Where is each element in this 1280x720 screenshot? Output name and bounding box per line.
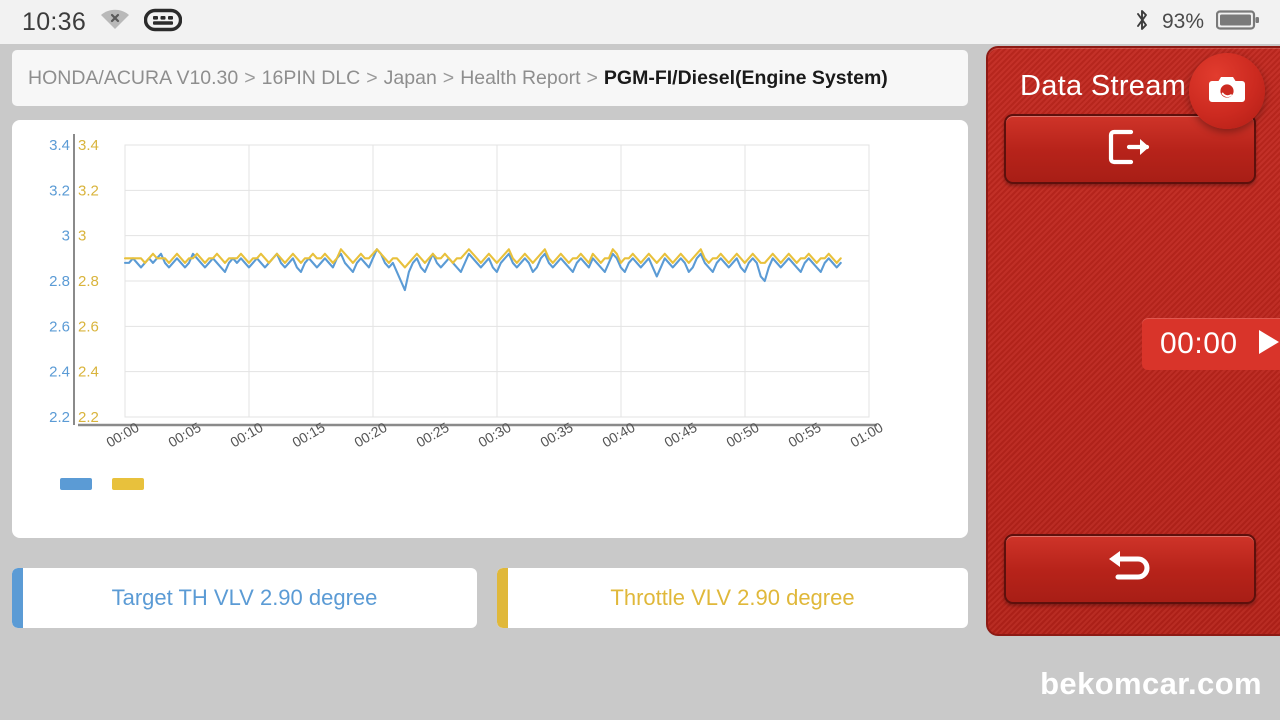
svg-text:2.2: 2.2	[49, 409, 70, 426]
svg-text:2.2: 2.2	[78, 409, 99, 426]
svg-text:2.6: 2.6	[78, 318, 99, 335]
svg-text:3.4: 3.4	[78, 137, 99, 154]
svg-text:00:25: 00:25	[413, 419, 452, 450]
exit-icon	[1107, 127, 1153, 172]
bluetooth-icon	[1134, 8, 1150, 37]
value-card-label: Target TH VLV 2.90 degree	[111, 585, 378, 610]
svg-text:00:45: 00:45	[661, 419, 700, 450]
camera-icon	[1208, 73, 1246, 110]
play-icon[interactable]	[1252, 326, 1280, 363]
svg-text:01:00: 01:00	[847, 419, 886, 450]
status-bar-left: 10:36	[0, 7, 183, 37]
svg-text:00:15: 00:15	[289, 419, 328, 450]
svg-text:2.8: 2.8	[78, 273, 99, 290]
svg-text:3.2: 3.2	[78, 182, 99, 199]
svg-text:3: 3	[62, 228, 70, 245]
svg-text:3: 3	[78, 228, 86, 245]
app-root: 10:36 93% HONDA/ACURA V10.30 > 16PIN DLC…	[0, 0, 1280, 720]
breadcrumb-items: HONDA/ACURA V10.30 >16PIN DLC > Japan > Healt…	[28, 67, 888, 90]
breadcrumb-separator: >	[244, 66, 256, 89]
status-bar-right: 93%	[1134, 8, 1280, 37]
breadcrumb-separator: >	[586, 66, 598, 89]
breadcrumb-item: PGM-FI/Diesel(Engine System)	[603, 66, 888, 89]
back-button[interactable]	[1004, 534, 1256, 604]
svg-text:00:50: 00:50	[723, 419, 762, 450]
svg-text:00:55: 00:55	[785, 419, 824, 450]
breadcrumb-item[interactable]: Health Report	[460, 67, 580, 89]
svg-text:00:10: 00:10	[227, 419, 266, 450]
data-stream-line-chart[interactable]: 2.2 2.4 2.6 2.8 3 3.2 3.4 2.2 2.4 2.6 2.8 3 3.2 3.4 00…	[12, 120, 968, 470]
value-card-throttle-vlv[interactable]: Throttle VLV 2.90 degree	[497, 568, 968, 628]
battery-icon	[1215, 9, 1260, 36]
breadcrumb[interactable]: HONDA/ACURA V10.30 >16PIN DLC > Japan > Healt…	[12, 50, 968, 106]
battery-percent: 93%	[1161, 10, 1204, 33]
value-card-accent	[12, 568, 23, 628]
keyboard-icon	[143, 8, 183, 37]
svg-text:2.4: 2.4	[78, 364, 99, 381]
back-arrow-icon	[1102, 547, 1158, 592]
value-card-accent	[497, 568, 508, 628]
screenshot-camera-button[interactable]	[1189, 53, 1265, 129]
panel-title: Data Stream	[1020, 70, 1187, 102]
svg-text:00:40: 00:40	[599, 419, 638, 450]
svg-text:00:35: 00:35	[537, 419, 576, 450]
breadcrumb-separator: >	[366, 66, 378, 89]
site-watermark: bekomcar.com	[1040, 666, 1262, 701]
breadcrumb-item[interactable]: Japan	[384, 67, 437, 89]
svg-text:00:00: 00:00	[103, 419, 142, 450]
status-bar: 10:36 93%	[0, 0, 1280, 44]
breadcrumb-separator: >	[442, 66, 455, 89]
legend-swatch-throttle-vlv	[112, 478, 144, 490]
breadcrumb-item[interactable]: 16PIN DLC	[262, 67, 361, 89]
timer-value: 00:00	[1160, 327, 1238, 360]
svg-text:2.4: 2.4	[49, 364, 70, 381]
legend-swatch-target-th-vlv	[60, 478, 92, 490]
value-card-label: Throttle VLV 2.90 degree	[610, 585, 855, 610]
wifi-off-icon	[100, 9, 130, 36]
svg-text:3.4: 3.4	[49, 137, 70, 154]
svg-text:00:20: 00:20	[351, 419, 390, 450]
clock: 10:36	[22, 7, 87, 36]
chart-card: 2.2 2.4 2.6 2.8 3 3.2 3.4 2.2 2.4 2.6 2.8 3 3.2 3.4 00…	[12, 120, 968, 538]
svg-text:2.6: 2.6	[49, 318, 70, 335]
svg-text:00:05: 00:05	[165, 419, 204, 450]
breadcrumb-item[interactable]: HONDA/ACURA V10.30	[28, 67, 238, 89]
svg-text:3.2: 3.2	[49, 182, 70, 199]
value-card-target-th-vlv[interactable]: Target TH VLV 2.90 degree	[12, 568, 477, 628]
chart-legend	[60, 478, 144, 490]
recording-timer[interactable]: 00:00	[1142, 318, 1280, 370]
svg-text:00:30: 00:30	[475, 419, 514, 450]
svg-text:2.8: 2.8	[49, 273, 70, 290]
